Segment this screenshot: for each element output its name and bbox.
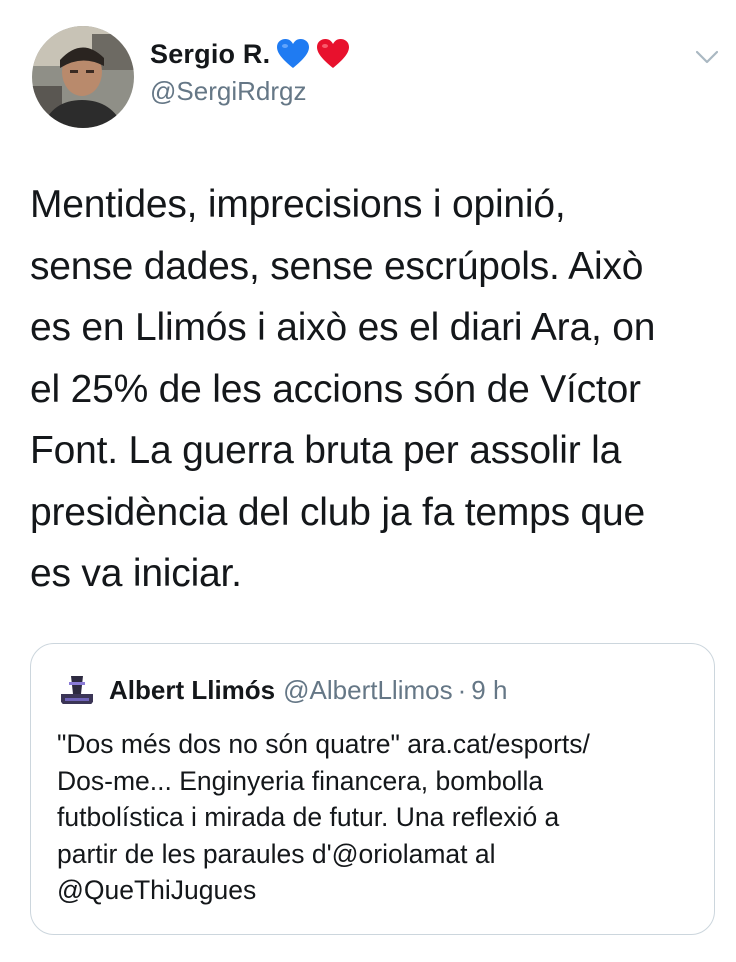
display-name-row: Sergio R. — [150, 34, 350, 74]
quoted-tweet-header: Albert Llimós @AlbertLlimos · 9 h — [57, 670, 507, 710]
quoted-avatar — [57, 670, 97, 710]
chevron-down-icon[interactable] — [695, 50, 719, 64]
tweet: Sergio R. @SergiRdrgz Mentides, imprecis… — [0, 0, 736, 962]
quoted-tweet[interactable]: Albert Llimós @AlbertLlimos · 9 h "Dos m… — [30, 643, 715, 935]
red-heart-icon — [316, 38, 350, 70]
quoted-separator: · — [457, 674, 467, 705]
quoted-handle[interactable]: @AlbertLlimos — [283, 675, 452, 706]
avatar[interactable] — [32, 26, 134, 128]
quoted-timestamp: 9 h — [471, 674, 508, 705]
display-name[interactable]: Sergio R. — [150, 39, 270, 70]
tweet-header: Sergio R. @SergiRdrgz — [32, 26, 736, 130]
quoted-display-name[interactable]: Albert Llimós — [109, 675, 275, 706]
author-handle[interactable]: @SergiRdrgz — [150, 76, 350, 107]
quoted-tweet-text: "Dos més dos no són quatre" ara.cat/espo… — [57, 729, 590, 905]
author-info: Sergio R. @SergiRdrgz — [150, 34, 350, 107]
tweet-text: Mentides, imprecisions i opinió, sense d… — [30, 183, 656, 595]
blue-heart-icon — [276, 38, 310, 70]
